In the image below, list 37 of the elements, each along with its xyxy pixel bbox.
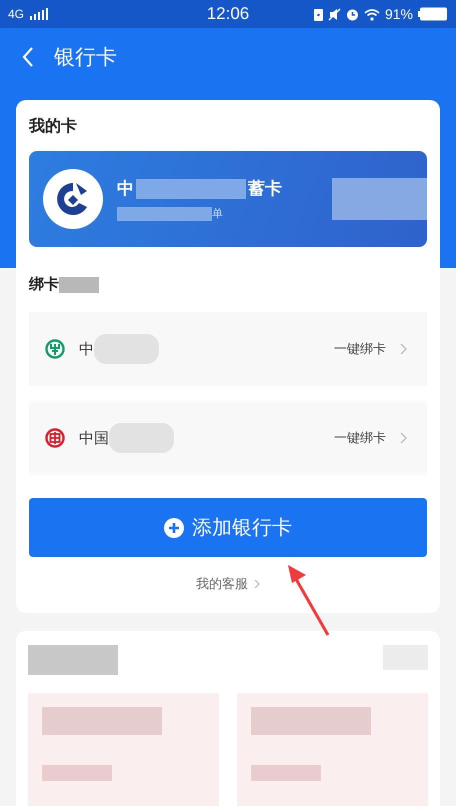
- alarm-icon: [346, 8, 359, 20]
- promo-tile[interactable]: [28, 693, 219, 806]
- chevron-right-icon: [254, 579, 260, 589]
- redaction-patch: [42, 765, 112, 781]
- back-icon[interactable]: [22, 46, 34, 68]
- battery-percent: 91%: [384, 6, 413, 22]
- page-title: 银行卡: [54, 44, 117, 71]
- battery-icon: [418, 7, 448, 21]
- signal-icon: [29, 8, 50, 20]
- bank-logo-icon: [45, 339, 65, 359]
- bank-logo-icon: [45, 428, 65, 448]
- bank-logo-icon: [43, 169, 103, 229]
- bank-name: 中国: [79, 428, 109, 448]
- network-label: 4G: [8, 7, 24, 21]
- card-subtitle-text: 单: [212, 206, 223, 221]
- card-name-text: 中: [117, 178, 134, 200]
- redaction-patch: [59, 276, 99, 292]
- battery-charge-icon: [314, 8, 323, 20]
- redaction-patch: [251, 765, 321, 781]
- bind-action-text: 一键绑卡: [334, 341, 386, 358]
- wifi-icon: [364, 8, 380, 20]
- plus-icon: [164, 518, 184, 538]
- promo-tile[interactable]: [237, 693, 428, 806]
- bank-row[interactable]: 中 一键绑卡: [29, 312, 427, 386]
- clock-time: 12:06: [206, 4, 250, 24]
- chevron-right-icon: [400, 343, 407, 355]
- bank-card[interactable]: 中 蓄卡 单: [29, 151, 427, 247]
- customer-service-link[interactable]: 我的客服: [196, 575, 260, 593]
- chevron-right-icon: [400, 432, 407, 444]
- bank-row[interactable]: 中国 一键绑卡: [29, 401, 427, 475]
- section-title: 绑卡: [29, 275, 59, 294]
- add-bank-card-button[interactable]: 添加银行卡: [29, 498, 427, 557]
- bank-name: 中: [79, 340, 94, 358]
- mute-icon: [328, 8, 341, 20]
- bind-action-text: 一键绑卡: [334, 430, 386, 447]
- card-name-text: 蓄卡: [248, 178, 282, 200]
- section-title: 我的卡: [29, 116, 78, 137]
